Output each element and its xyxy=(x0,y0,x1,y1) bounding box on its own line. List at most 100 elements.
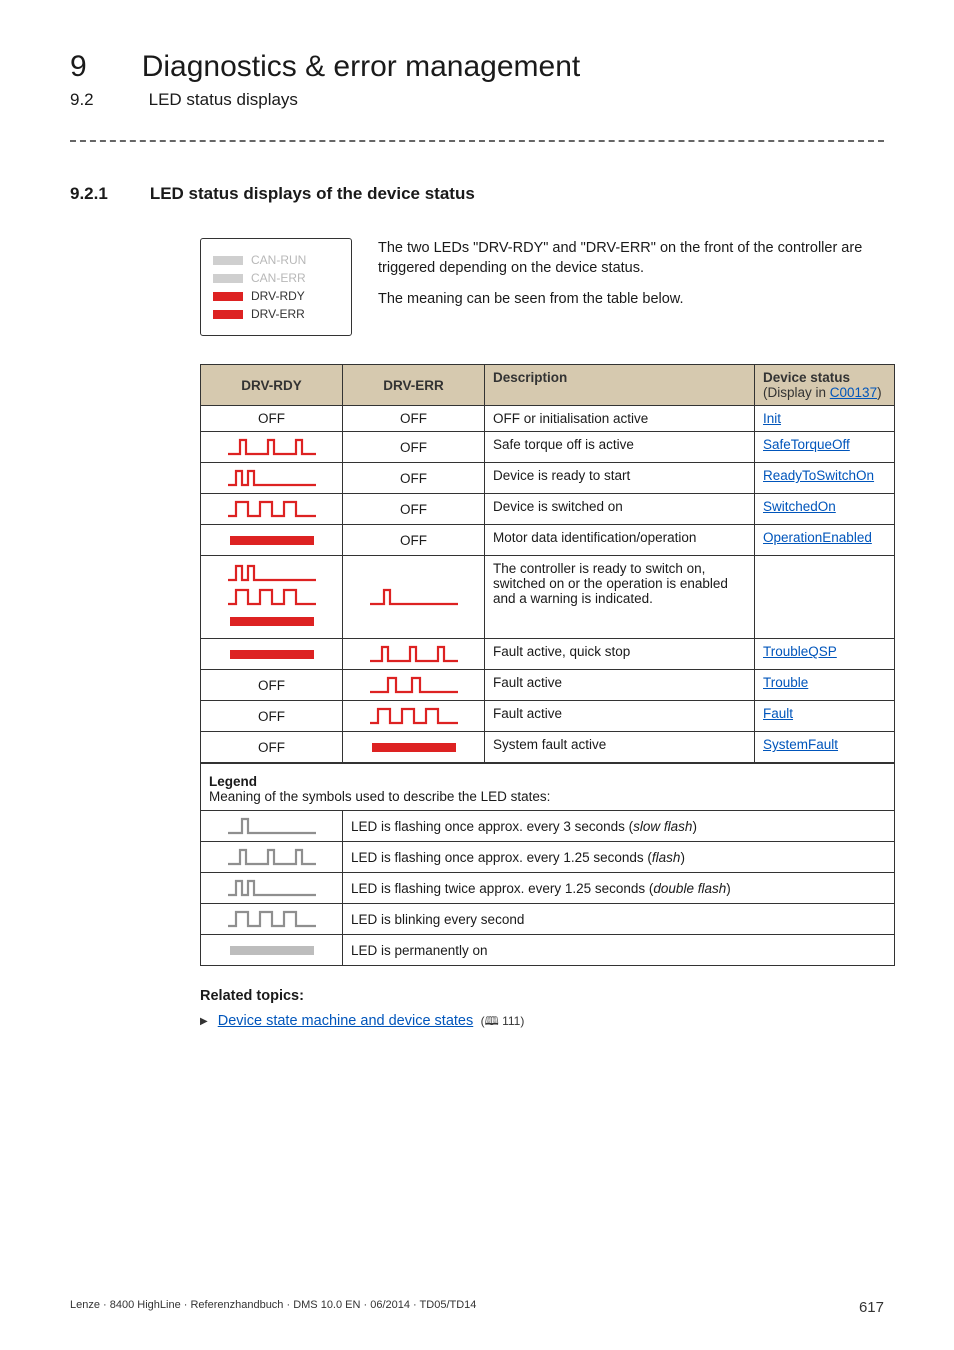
legend-text-italic: slow flash xyxy=(633,819,692,834)
footer-page-number: 617 xyxy=(859,1299,884,1316)
link-status-troubleqsp[interactable]: TroubleQSP xyxy=(763,644,837,659)
divider xyxy=(70,140,884,142)
legend-row: LED is permanently on xyxy=(201,935,895,966)
cell-device-status: SystemFault xyxy=(755,732,895,763)
cell-drv-rdy: OFF xyxy=(201,670,343,701)
cell-description: Device is ready to start xyxy=(485,463,755,494)
led-on-icon xyxy=(224,530,320,550)
th-drv-err: DRV-ERR xyxy=(343,365,485,406)
cell-drv-rdy xyxy=(201,639,343,670)
cell-device-status: Fault xyxy=(755,701,895,732)
led-on-icon xyxy=(224,940,320,960)
section-header: 9.2.1 LED status displays of the device … xyxy=(70,184,884,204)
legend-text: ) xyxy=(692,819,697,834)
table-row: OFFSafe torque off is activeSafeTorqueOf… xyxy=(201,432,895,463)
legend-text-cell: LED is blinking every second xyxy=(343,904,895,935)
link-status-init[interactable]: Init xyxy=(763,411,781,426)
led-blink-icon xyxy=(224,587,320,607)
led-panel-row-drv-rdy: DRV-RDY xyxy=(213,289,339,303)
led-blink-icon xyxy=(366,706,462,726)
link-status-systemfault[interactable]: SystemFault xyxy=(763,737,838,752)
status-table: DRV-RDY DRV-ERR Description Device statu… xyxy=(200,364,895,763)
link-status-operationenabled[interactable]: OperationEnabled xyxy=(763,530,872,545)
link-status-trouble[interactable]: Trouble xyxy=(763,675,808,690)
link-status-safetorqueoff[interactable]: SafeTorqueOff xyxy=(763,437,850,452)
led-swatch-icon xyxy=(213,274,243,283)
led-swatch-icon xyxy=(213,256,243,265)
cell-drv-err: OFF xyxy=(343,525,485,556)
legend-header: Legend Meaning of the symbols used to de… xyxy=(201,764,895,811)
led-blink-icon xyxy=(224,499,320,519)
legend-icon-cell xyxy=(201,904,343,935)
related-topics: Related topics: Device state machine and… xyxy=(200,988,884,1033)
related-title: Related topics: xyxy=(200,988,884,1004)
legend-text-cell: LED is flashing twice approx. every 1.25… xyxy=(343,873,895,904)
led-panel-label: DRV-ERR xyxy=(251,307,305,321)
table-row: OFFDevice is switched onSwitchedOn xyxy=(201,494,895,525)
link-status-readytoswitchon[interactable]: ReadyToSwitchOn xyxy=(763,468,874,483)
off-label: OFF xyxy=(400,502,427,517)
link-status-switchedon[interactable]: SwitchedOn xyxy=(763,499,836,514)
legend-text: LED is blinking every second xyxy=(351,912,524,927)
cell-drv-err: OFF xyxy=(343,494,485,525)
legend-text-cell: LED is flashing once approx. every 1.25 … xyxy=(343,842,895,873)
legend-text-cell: LED is flashing once approx. every 3 sec… xyxy=(343,811,895,842)
cell-device-status: ReadyToSwitchOn xyxy=(755,463,895,494)
link-status-fault[interactable]: Fault xyxy=(763,706,793,721)
cell-description: OFF or initialisation active xyxy=(485,406,755,432)
cell-drv-err xyxy=(343,670,485,701)
legend-header-row: Legend Meaning of the symbols used to de… xyxy=(201,764,895,811)
legend-table: Legend Meaning of the symbols used to de… xyxy=(200,763,895,966)
chapter-header: 9 Diagnostics & error management xyxy=(70,50,884,84)
legend-icon-cell xyxy=(201,935,343,966)
cell-drv-rdy xyxy=(201,494,343,525)
link-c00137[interactable]: C00137 xyxy=(830,385,877,400)
footer-left: Lenze · 8400 HighLine · Referenzhandbuch… xyxy=(70,1299,476,1316)
off-label: OFF xyxy=(258,411,285,426)
led-on-icon xyxy=(224,644,320,664)
related-item: Device state machine and device states (… xyxy=(200,1012,884,1033)
led-slowflash-icon xyxy=(366,587,462,607)
led-on-icon xyxy=(224,611,320,631)
legend-subtitle: Meaning of the symbols used to describe … xyxy=(209,789,886,804)
led-panel-label: DRV-RDY xyxy=(251,289,305,303)
cell-drv-rdy xyxy=(201,463,343,494)
cell-description: Fault active xyxy=(485,670,755,701)
cell-drv-err xyxy=(343,639,485,670)
link-device-state-machine[interactable]: Device state machine and device states xyxy=(218,1013,474,1029)
th-drv-rdy: DRV-RDY xyxy=(201,365,343,406)
cell-device-status: TroubleQSP xyxy=(755,639,895,670)
page-ref-number: 111 xyxy=(502,1014,520,1028)
subsection-title: LED status displays xyxy=(149,90,298,110)
off-label: OFF xyxy=(400,471,427,486)
table-row: OFF Device is ready to start ReadyToSwitch… xyxy=(201,463,895,494)
th-display-pre: (Display in xyxy=(763,385,830,400)
led-swatch-icon xyxy=(213,292,243,301)
cell-description: Fault active, quick stop xyxy=(485,639,755,670)
chapter-number: 9 xyxy=(70,50,87,84)
intro-p2: The meaning can be seen from the table b… xyxy=(378,289,884,309)
cell-drv-rdy xyxy=(201,432,343,463)
legend-row: LED is flashing twice approx. every 1.25… xyxy=(201,873,895,904)
off-label: OFF xyxy=(400,440,427,455)
cell-description: System fault active xyxy=(485,732,755,763)
table-row: The controller is ready to switch on, sw… xyxy=(201,556,895,639)
page-footer: Lenze · 8400 HighLine · Referenzhandbuch… xyxy=(70,1299,884,1316)
legend-text: ) xyxy=(680,850,685,865)
legend-text: LED is flashing once approx. every 3 sec… xyxy=(351,819,633,834)
table-row: OFFMotor data identification/operationOp… xyxy=(201,525,895,556)
cell-drv-err xyxy=(343,701,485,732)
table-row: OFF Fault active Trouble xyxy=(201,670,895,701)
cell-device-status: SwitchedOn xyxy=(755,494,895,525)
led-panel-row-can-run: CAN-RUN xyxy=(213,253,339,267)
led-panel-row-drv-err: DRV-ERR xyxy=(213,307,339,321)
legend-icon-cell xyxy=(201,842,343,873)
th-description: Description xyxy=(485,365,755,406)
cell-drv-rdy: OFF xyxy=(201,701,343,732)
table-row: Fault active, quick stop TroubleQSP xyxy=(201,639,895,670)
cell-drv-err xyxy=(343,732,485,763)
led-doubleflash-icon xyxy=(224,878,320,898)
legend-text-italic: flash xyxy=(652,850,681,865)
legend-row: LED is flashing once approx. every 3 sec… xyxy=(201,811,895,842)
legend-icon-cell xyxy=(201,811,343,842)
